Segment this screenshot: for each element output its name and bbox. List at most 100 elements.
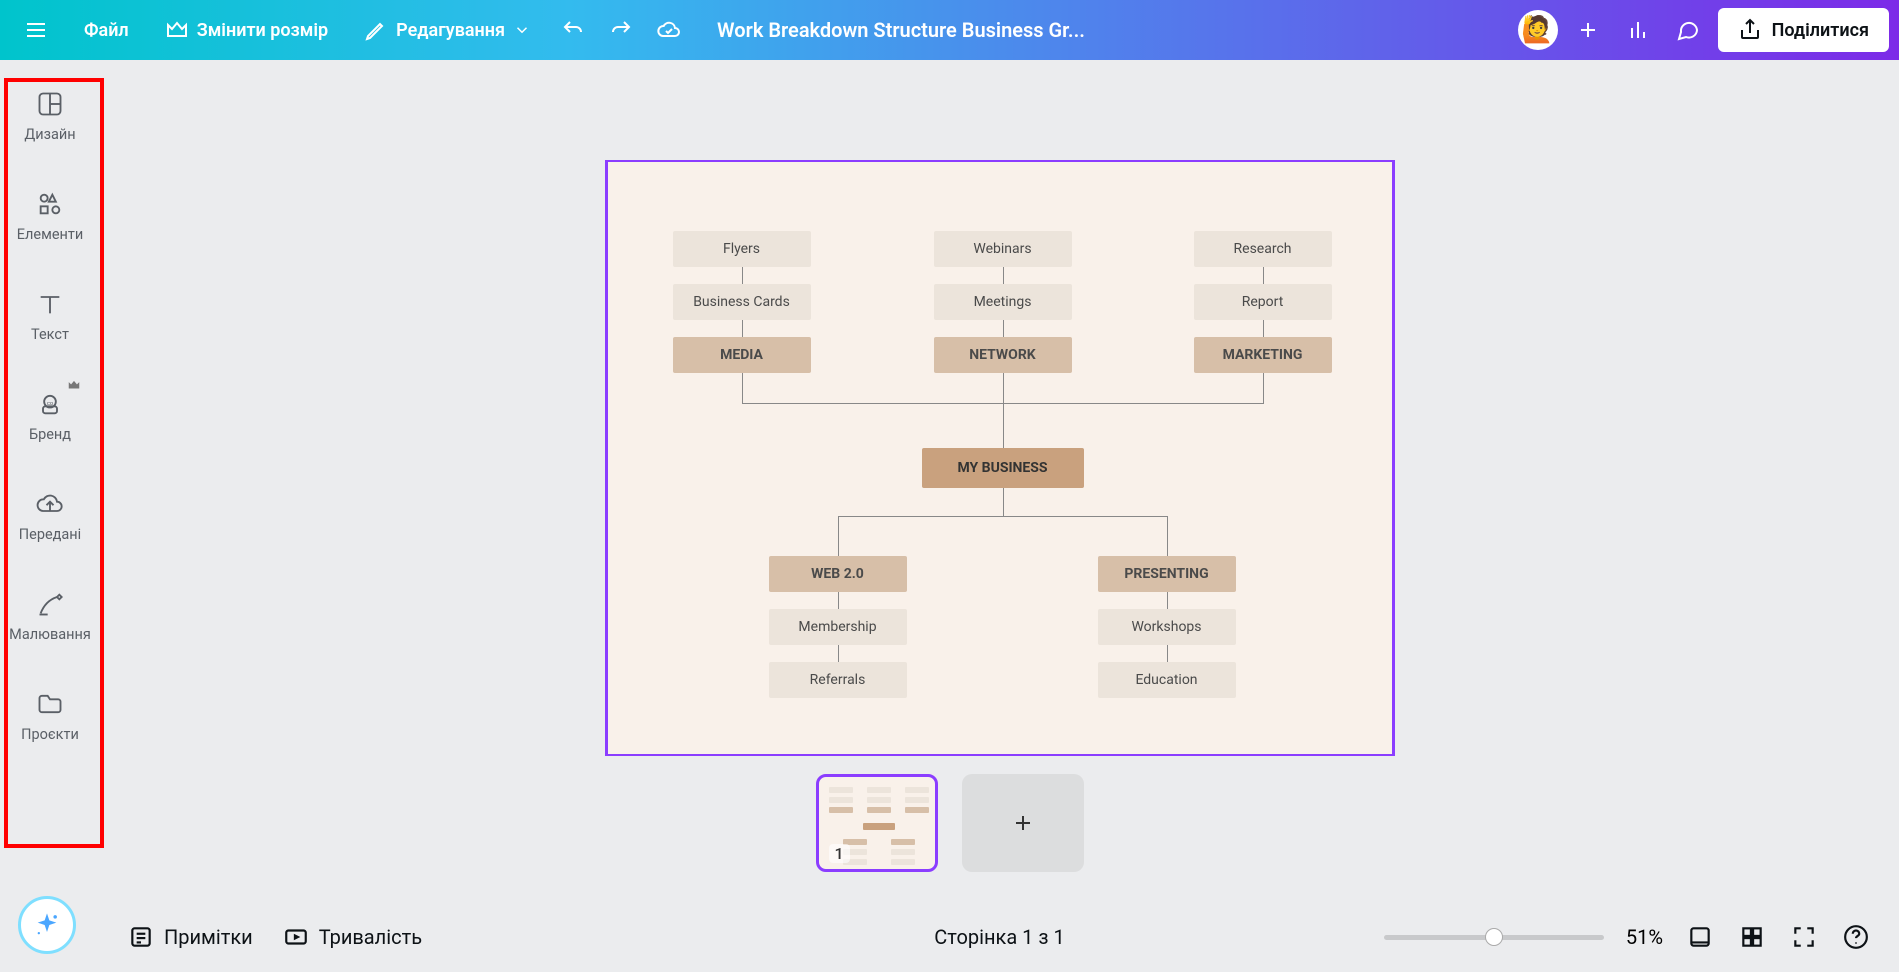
node-business-cards[interactable]: Business Cards [673,284,811,320]
insights-button[interactable] [1618,10,1658,50]
connector [838,645,839,662]
sidebar-item-label: Елементи [17,226,83,243]
node-network[interactable]: NETWORK [934,337,1072,373]
node-my-business[interactable]: MY BUSINESS [922,448,1084,488]
resize-menu[interactable]: Змінити розмір [151,10,342,50]
connector [742,373,743,403]
pencil-icon [364,18,388,42]
node-marketing[interactable]: MARKETING [1194,337,1332,373]
duration-button[interactable]: Тривалість [283,924,422,950]
draw-icon [36,590,64,618]
help-button[interactable] [1841,922,1871,952]
connector [1167,516,1168,556]
thumbnail-strip: 1 [816,774,1084,872]
file-label: Файл [84,20,129,41]
add-member-button[interactable] [1568,10,1608,50]
sidebar-item-elements[interactable]: Елементи [5,166,95,266]
zoom-slider[interactable] [1384,935,1604,940]
sidebar-item-text[interactable]: Текст [5,266,95,366]
sidebar-item-draw[interactable]: Малювання [5,566,95,666]
document-title[interactable]: Work Breakdown Structure Business Gr... [717,18,1157,42]
fullscreen-icon [1791,924,1817,950]
sidebar-item-design[interactable]: Дизайн [5,66,95,166]
grid-icon [1739,924,1765,950]
grid-view-button[interactable] [1737,922,1767,952]
connector [742,267,743,284]
magic-button[interactable] [18,896,76,954]
sidebar-item-projects[interactable]: Проєкти [5,666,95,766]
connector [1003,403,1004,448]
node-membership[interactable]: Membership [769,609,907,645]
node-research[interactable]: Research [1194,231,1332,267]
cloud-check-icon [657,18,681,42]
duration-icon [283,924,309,950]
sparkle-icon [33,911,61,939]
sidebar-item-brand[interactable]: co Бренд [5,366,95,466]
node-workshops[interactable]: Workshops [1098,609,1236,645]
connector [1263,373,1264,403]
share-label: Поділитися [1772,20,1869,41]
node-report[interactable]: Report [1194,284,1332,320]
page-view-button[interactable] [1685,922,1715,952]
connector [1003,373,1004,403]
hamburger-menu[interactable] [10,10,62,50]
undo-icon [561,18,585,42]
redo-button[interactable] [601,10,641,50]
zoom-slider-thumb[interactable] [1485,928,1503,946]
node-flyers[interactable]: Flyers [673,231,811,267]
fullscreen-button[interactable] [1789,922,1819,952]
node-presenting[interactable]: PRESENTING [1098,556,1236,592]
redo-icon [609,18,633,42]
node-web20[interactable]: WEB 2.0 [769,556,907,592]
sidebar-item-label: Дизайн [24,126,75,143]
sidebar-item-label: Бренд [29,426,71,443]
connector [742,320,743,337]
node-referrals[interactable]: Referrals [769,662,907,698]
connector [838,516,1168,517]
node-education[interactable]: Education [1098,662,1236,698]
cloud-sync-button[interactable] [649,10,689,50]
connector [1263,320,1264,337]
connector [838,592,839,609]
connector [1167,645,1168,662]
avatar[interactable]: 🙋 [1518,10,1558,50]
connector [1003,267,1004,284]
chevron-down-icon [513,21,531,39]
thumbnail-number: 1 [829,844,850,863]
node-meetings[interactable]: Meetings [934,284,1072,320]
node-media[interactable]: MEDIA [673,337,811,373]
sidebar-item-label: Передані [19,526,81,543]
zoom-percent[interactable]: 51% [1626,925,1663,949]
help-icon [1843,924,1869,950]
connector [838,516,839,556]
chart-icon [1626,18,1650,42]
design-page[interactable]: Flyers Business Cards MEDIA Webinars Mee… [605,160,1395,756]
notes-icon [128,924,154,950]
bottom-right: 51% [1384,922,1871,952]
sidebar-item-label: Малювання [9,626,91,643]
templates-icon [36,90,64,118]
edit-label: Редагування [396,20,505,41]
share-button[interactable]: Поділитися [1718,8,1889,52]
connector [1003,488,1004,516]
resize-label: Змінити розмір [197,20,328,41]
comment-button[interactable] [1668,10,1708,50]
file-menu[interactable]: Файл [70,12,143,49]
sidebar-item-uploads[interactable]: Передані [5,466,95,566]
page-indicator[interactable]: Сторінка 1 з 1 [934,925,1064,949]
add-page-button[interactable] [962,774,1084,872]
connector [1003,320,1004,337]
comment-icon [1676,18,1700,42]
notes-button[interactable]: Примітки [128,924,253,950]
node-webinars[interactable]: Webinars [934,231,1072,267]
duration-label: Тривалість [319,925,422,949]
page-thumbnail[interactable]: 1 [816,774,938,872]
connector [1263,267,1264,284]
bottom-left: Примітки Тривалість [128,924,422,950]
elements-icon [36,190,64,218]
edit-menu[interactable]: Редагування [350,10,545,50]
projects-icon [36,690,64,718]
page-view-icon [1687,924,1713,950]
text-icon [36,290,64,318]
undo-button[interactable] [553,10,593,50]
